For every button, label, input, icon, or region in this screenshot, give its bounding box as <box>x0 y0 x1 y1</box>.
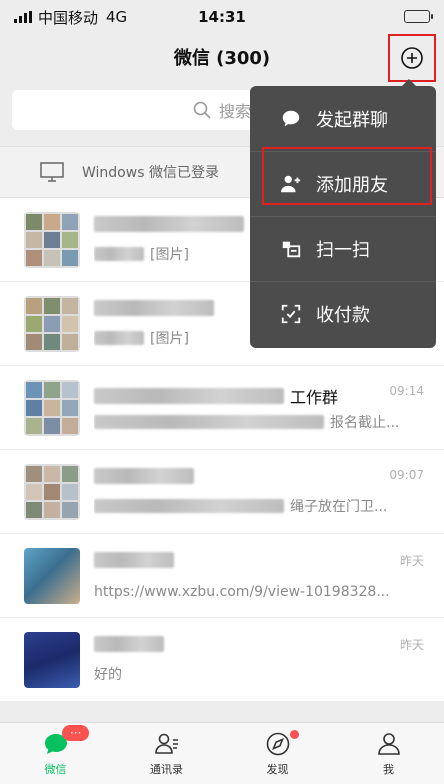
chat-item[interactable]: https://www.xzbu.com/9/view-10198328... … <box>0 534 444 618</box>
tab-bar: 微信 ··· 通讯录 发现 我 <box>0 722 444 784</box>
chat-name <box>94 215 250 232</box>
chat-time: 09:14 <box>389 383 424 398</box>
chat-name <box>94 467 200 484</box>
battery-icon <box>404 10 433 23</box>
group-avatar <box>24 379 80 436</box>
search-placeholder: 搜索 <box>218 102 251 121</box>
chat-name <box>94 551 180 568</box>
tab-contacts[interactable]: 通讯录 <box>111 723 222 784</box>
search-icon <box>193 101 211 119</box>
add-friend-icon <box>280 175 301 193</box>
chat-time: 09:07 <box>389 467 424 482</box>
windows-login-text: Windows 微信已登录 <box>82 165 219 181</box>
contacts-icon <box>154 733 178 754</box>
payment-icon <box>281 304 301 324</box>
chat-bubble-icon <box>282 110 300 126</box>
chat-preview: 报名截止... <box>94 412 399 432</box>
carrier-name: 中国移动 <box>38 8 99 27</box>
contact-avatar <box>24 547 80 604</box>
group-avatar <box>24 295 80 352</box>
plus-popup-menu: 发起群聊 添加朋友 扫一扫 收付款 <box>250 79 436 348</box>
chat-name: 工作群 <box>94 384 338 408</box>
chat-item[interactable]: 工作群 报名截止... 09:14 <box>0 366 444 450</box>
unread-badge: ··· <box>62 725 90 741</box>
chat-name <box>94 635 170 652</box>
status-bar: 中国移动 4G 14:31 <box>0 0 444 34</box>
notification-dot <box>290 730 299 739</box>
menu-item-payment[interactable]: 收付款 <box>250 281 436 346</box>
tab-chats[interactable]: 微信 ··· <box>0 723 111 784</box>
tab-me[interactable]: 我 <box>333 723 444 784</box>
chat-time: 昨天 <box>399 553 424 568</box>
monitor-icon <box>40 162 64 182</box>
tab-discover[interactable]: 发现 <box>222 723 333 784</box>
plus-circle-icon <box>401 47 423 69</box>
network-type: 4G <box>106 8 128 26</box>
page-title: 微信 (300) <box>173 48 271 69</box>
chat-preview: https://www.xzbu.com/9/view-10198328... <box>94 583 390 600</box>
chat-preview: 好的 <box>94 666 122 683</box>
chat-item[interactable]: 好的 昨天 <box>0 618 444 702</box>
menu-item-add-friend[interactable]: 添加朋友 <box>250 151 436 216</box>
chat-name <box>94 299 220 316</box>
menu-item-scan[interactable]: 扫一扫 <box>250 216 436 281</box>
group-avatar <box>24 211 80 268</box>
chat-preview: 绳子放在门卫... <box>94 496 387 516</box>
header: 微信 (300) <box>0 34 444 82</box>
compass-icon <box>266 732 289 755</box>
chat-preview: [图片] <box>94 328 189 348</box>
contact-avatar <box>24 631 80 688</box>
chat-item[interactable]: 绳子放在门卫... 09:07 <box>0 450 444 534</box>
chat-time: 昨天 <box>399 637 424 652</box>
menu-item-group-chat[interactable]: 发起群聊 <box>250 86 436 151</box>
group-avatar <box>24 463 80 520</box>
scan-icon <box>282 241 301 258</box>
chat-preview: [图片] <box>94 244 189 264</box>
person-icon <box>377 732 400 755</box>
add-button[interactable] <box>388 34 436 82</box>
signal-icon <box>14 11 32 23</box>
